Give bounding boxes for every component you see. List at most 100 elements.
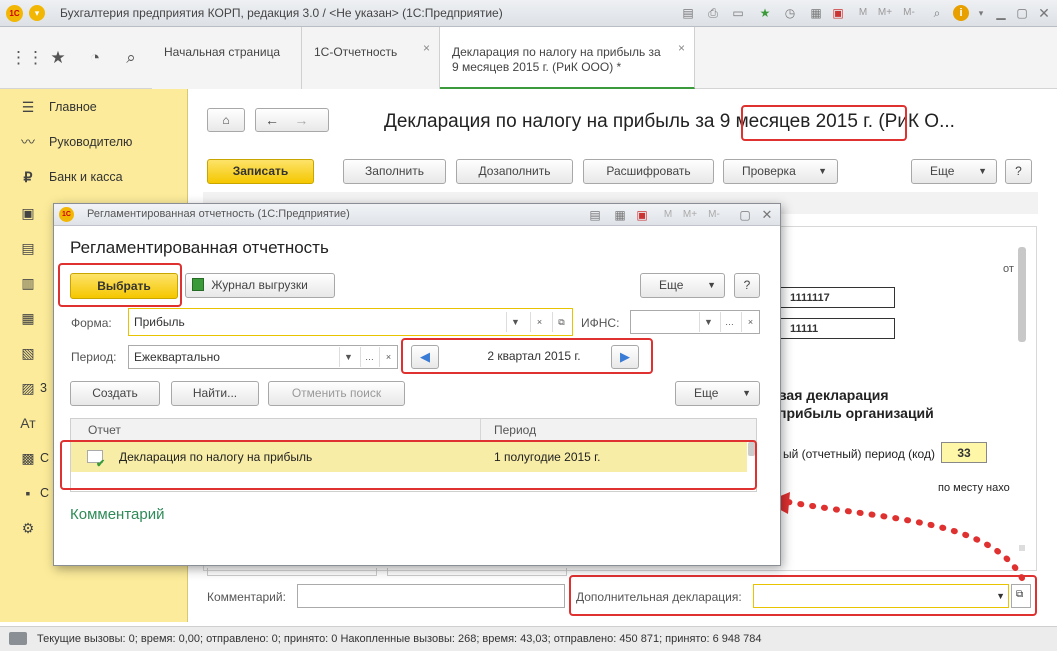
clear-icon[interactable]: × xyxy=(741,312,759,332)
tab-close-icon[interactable]: × xyxy=(678,41,685,56)
favorites-icon[interactable]: ★ xyxy=(757,5,773,21)
tab-close-icon[interactable]: × xyxy=(423,41,430,56)
print-icon[interactable]: ⎙ xyxy=(705,5,721,21)
app-logo: 1С xyxy=(6,5,23,22)
memory-minus-icon[interactable]: M- xyxy=(706,207,722,223)
tab-declaration[interactable]: Декларация по налогу на прибыль за 9 мес… xyxy=(440,27,695,89)
save-button[interactable]: Записать xyxy=(207,159,314,184)
history-clock-icon[interactable]: ◔ xyxy=(84,47,106,69)
column-header-report[interactable]: Отчет xyxy=(88,423,121,437)
period-code-field[interactable]: 33 xyxy=(941,442,987,463)
chevron-down-icon: ▼ xyxy=(707,280,716,290)
save-icon[interactable]: ▤ xyxy=(680,5,696,21)
more-dots-icon[interactable]: … xyxy=(360,347,378,367)
memory-plus-icon[interactable]: M+ xyxy=(877,5,893,21)
dialog-more-button[interactable]: Еще ▼ xyxy=(640,273,725,298)
memory-m-icon[interactable]: M xyxy=(660,207,676,223)
search-icon[interactable]: ⌕ xyxy=(120,47,142,69)
sidebar-item-label: Главное xyxy=(49,100,97,114)
comment-input[interactable] xyxy=(297,584,565,608)
save-icon[interactable]: ▤ xyxy=(587,207,603,223)
clear-icon[interactable]: × xyxy=(379,347,397,367)
tab-declaration-label: Декларация по налогу на прибыль за 9 мес… xyxy=(452,45,661,74)
sidebar-item-label: Руководителю xyxy=(49,135,133,149)
sidebar-item-director[interactable]: 〰 Руководителю xyxy=(0,129,188,155)
dialog-help-button[interactable]: ? xyxy=(734,273,760,298)
from-label: от xyxy=(1003,263,1014,275)
column-header-period[interactable]: Период xyxy=(494,423,536,437)
history-icon[interactable]: ◷ xyxy=(782,5,798,21)
calendar-icon[interactable]: ▣ xyxy=(830,5,846,21)
maximize-icon[interactable]: ▢ xyxy=(737,207,753,223)
check-button[interactable]: Проверка ▼ xyxy=(723,159,838,184)
calculator-icon[interactable]: ▦ xyxy=(808,5,824,21)
find-button[interactable]: Найти... xyxy=(171,381,259,406)
chart-line-icon: 〰 xyxy=(21,134,35,150)
memory-minus-icon[interactable]: M- xyxy=(901,5,917,21)
ifns-select[interactable]: ▼ … × xyxy=(630,310,760,334)
options-chevron-icon[interactable]: ▾ xyxy=(973,5,989,21)
main-menu-icon[interactable]: ▾ xyxy=(29,5,45,21)
ifns-label: ИФНС: xyxy=(581,316,620,330)
sidebar-item-bank[interactable]: ₽ Банк и касса xyxy=(0,164,188,190)
clear-icon[interactable]: × xyxy=(530,312,548,332)
book-icon: ▪ xyxy=(25,485,31,501)
chevron-down-icon[interactable]: ▼ xyxy=(339,347,357,367)
close-icon[interactable]: ✕ xyxy=(759,207,775,223)
home-icon: ⌂ xyxy=(222,113,230,127)
preview-icon[interactable]: ▭ xyxy=(730,5,746,21)
zoom-icon[interactable]: ⌕ xyxy=(929,5,945,21)
maximize-icon[interactable]: ▢ xyxy=(1014,5,1030,21)
toolbar-panel: ⋮⋮ ★ ◔ ⌕ xyxy=(0,27,152,89)
cart-icon: ▤ xyxy=(21,240,35,256)
window-titlebar: 1С ▾ Бухгалтерия предприятия КОРП, редак… xyxy=(0,0,1057,27)
tab-home[interactable]: Начальная страница xyxy=(152,27,302,89)
declaration-title-line2: прибыль организаций xyxy=(778,405,934,421)
upload-log-button[interactable]: Журнал выгрузки xyxy=(185,273,335,298)
row-highlight xyxy=(60,440,757,490)
sidebar-item-label: C xyxy=(40,451,50,465)
decode-button[interactable]: Расшифровать xyxy=(583,159,714,184)
upload-log-label: Журнал выгрузки xyxy=(211,278,308,292)
cancel-search-button[interactable]: Отменить поиск xyxy=(268,381,405,406)
create-button[interactable]: Создать xyxy=(70,381,160,406)
info-icon[interactable]: i xyxy=(953,5,969,21)
sidebar-item-label: Банк и касса xyxy=(49,170,123,184)
home-button[interactable]: ⌂ xyxy=(207,108,245,132)
more-button[interactable]: Еще ▼ xyxy=(911,159,997,184)
tab-reporting[interactable]: 1С-Отчетность × xyxy=(302,27,440,89)
calendar-icon[interactable]: ▣ xyxy=(634,207,650,223)
kpp-field[interactable]: 11111 xyxy=(775,318,895,339)
forward-arrow-icon[interactable]: → xyxy=(294,112,308,128)
back-forward-buttons[interactable]: ← → xyxy=(255,108,329,132)
memory-plus-icon[interactable]: M+ xyxy=(682,207,698,223)
back-arrow-icon[interactable]: ← xyxy=(265,112,279,128)
refill-button[interactable]: Дозаполнить xyxy=(456,159,573,184)
close-icon[interactable]: ✕ xyxy=(1036,5,1052,21)
debit-credit-icon: Ат xyxy=(20,415,36,431)
sidebar-item-main[interactable]: ☰ Главное xyxy=(0,94,188,120)
warehouse-icon: ▥ xyxy=(21,275,35,291)
window-title: Бухгалтерия предприятия КОРП, редакция 3… xyxy=(60,6,503,20)
inn-field[interactable]: 1111117 xyxy=(775,287,895,308)
ruble-icon: ₽ xyxy=(23,169,33,185)
favorites-star-icon[interactable]: ★ xyxy=(47,47,69,69)
table-header: Отчет Период xyxy=(71,419,756,441)
comment-link[interactable]: Комментарий xyxy=(70,506,164,523)
gear-icon: ⚙ xyxy=(21,520,35,536)
form-select[interactable]: Прибыль ▼ × ⧉ xyxy=(128,308,573,336)
select-button-highlight xyxy=(58,263,182,307)
fill-button[interactable]: Заполнить xyxy=(343,159,446,184)
chevron-down-icon[interactable]: ▼ xyxy=(699,312,717,332)
grid-menu-icon[interactable]: ⋮⋮ xyxy=(10,47,44,69)
list-more-button[interactable]: Еще ▼ xyxy=(675,381,760,406)
minimize-icon[interactable]: ▁ xyxy=(993,5,1009,21)
memory-m-icon[interactable]: M xyxy=(855,5,871,21)
sheet-scrollbar[interactable] xyxy=(1018,247,1026,342)
open-window-icon[interactable]: ⧉ xyxy=(552,312,570,332)
more-dots-icon[interactable]: … xyxy=(720,312,738,332)
calculator-icon[interactable]: ▦ xyxy=(612,207,628,223)
period-select[interactable]: Ежеквартально ▼ … × xyxy=(128,345,398,369)
help-button[interactable]: ? xyxy=(1005,159,1032,184)
chevron-down-icon[interactable]: ▼ xyxy=(506,312,524,332)
